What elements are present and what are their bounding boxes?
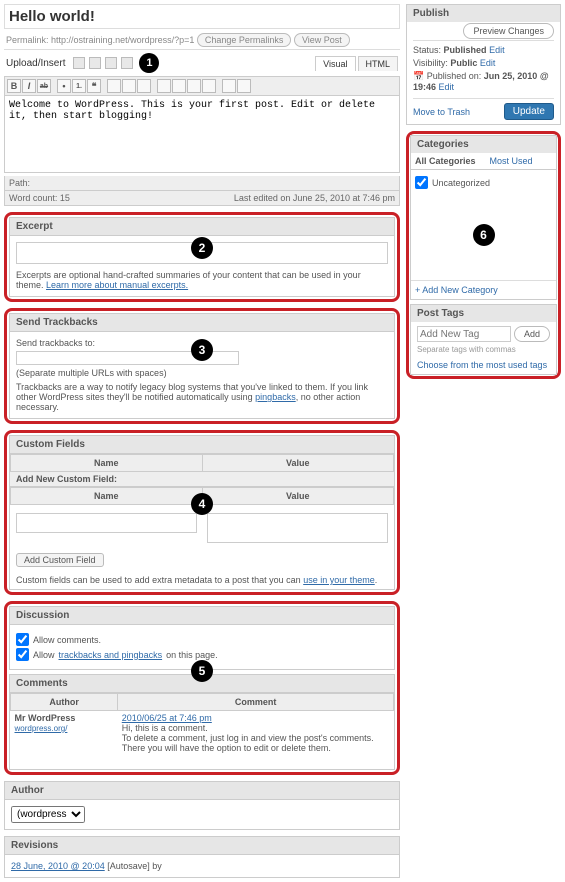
cf-name-header: Name <box>11 455 203 472</box>
tab-most-used[interactable]: Most Used <box>488 153 535 169</box>
add-audio-icon[interactable] <box>105 57 117 69</box>
change-permalinks-button[interactable]: Change Permalinks <box>197 33 292 47</box>
comment-body: Hi, this is a comment. To delete a comme… <box>122 723 390 753</box>
visibility-value: Public <box>450 58 477 68</box>
publish-box: Publish Preview Changes Status: Publishe… <box>406 4 561 125</box>
align-center-button[interactable] <box>122 79 136 93</box>
status-value: Published <box>444 45 487 55</box>
comment-author-name: Mr WordPress <box>15 713 114 723</box>
tab-visual[interactable]: Visual <box>315 56 355 71</box>
callout-badge-5: 5 <box>191 660 213 682</box>
custom-fields-header[interactable]: Custom Fields <box>9 435 395 454</box>
post-title[interactable]: Hello world! <box>9 8 395 25</box>
align-right-button[interactable] <box>137 79 151 93</box>
last-edited: Last edited on June 25, 2010 at 7:46 pm <box>234 193 395 203</box>
callout-badge-3: 3 <box>191 339 213 361</box>
allow-comments-checkbox[interactable] <box>16 633 29 646</box>
allow-trackbacks-checkbox[interactable] <box>16 648 29 661</box>
comments-comment-hdr: Comment <box>118 694 394 711</box>
fullscreen-button[interactable] <box>222 79 236 93</box>
cf-help-b: . <box>375 575 378 585</box>
quote-button[interactable]: ❝ <box>87 79 101 93</box>
author-header[interactable]: Author <box>4 781 400 800</box>
revision-suffix: [Autosave] by <box>105 861 162 871</box>
category-label: Uncategorized <box>432 178 490 188</box>
add-image-icon[interactable] <box>73 57 85 69</box>
pingbacks-link[interactable]: pingbacks <box>255 392 296 402</box>
preview-changes-button[interactable]: Preview Changes <box>463 23 554 39</box>
post-tags-header[interactable]: Post Tags <box>411 305 556 322</box>
status-edit-link[interactable]: Edit <box>489 45 505 55</box>
cf-help-a: Custom fields can be used to add extra m… <box>16 575 303 585</box>
published-on-label: Published on: <box>427 71 482 81</box>
discussion-header[interactable]: Discussion <box>9 606 395 625</box>
choose-tags-link[interactable]: Choose from the most used tags <box>417 360 550 370</box>
add-video-icon[interactable] <box>89 57 101 69</box>
comments-author-hdr: Author <box>11 694 118 711</box>
publish-header[interactable]: Publish <box>407 5 560 22</box>
categories-callout: 6 Categories All Categories Most Used Un… <box>406 131 561 379</box>
revisions-header[interactable]: Revisions <box>4 836 400 855</box>
trackbacks-note-separate: (Separate multiple URLs with spaces) <box>16 368 388 378</box>
tag-input[interactable] <box>417 326 511 342</box>
cf-name-input[interactable] <box>16 513 197 533</box>
update-button[interactable]: Update <box>504 103 554 120</box>
word-count: Word count: 15 <box>9 193 70 203</box>
more-button[interactable] <box>187 79 201 93</box>
cf-name-header-2: Name <box>11 488 203 505</box>
spellcheck-button[interactable] <box>202 79 216 93</box>
ol-button[interactable]: 1. <box>72 79 86 93</box>
add-tag-button[interactable]: Add <box>514 326 550 342</box>
visibility-edit-link[interactable]: Edit <box>480 58 496 68</box>
schedule-edit-link[interactable]: Edit <box>439 82 455 92</box>
strike-button[interactable]: ab <box>37 79 51 93</box>
comment-timestamp-link[interactable]: 2010/06/25 at 7:46 pm <box>122 713 212 723</box>
unlink-button[interactable] <box>172 79 186 93</box>
cf-value-header: Value <box>202 455 394 472</box>
content-editor[interactable]: Welcome to WordPress. This is your first… <box>4 95 400 173</box>
revision-link[interactable]: 28 June, 2010 @ 20:04 <box>11 861 105 871</box>
link-button[interactable] <box>157 79 171 93</box>
allow-comments-label: Allow comments. <box>33 635 101 645</box>
kitchensink-button[interactable] <box>237 79 251 93</box>
bold-button[interactable]: B <box>7 79 21 93</box>
add-new-category-link[interactable]: + Add New Category <box>415 285 498 295</box>
add-media-icon[interactable] <box>121 57 133 69</box>
cf-help-link[interactable]: use in your theme <box>303 575 375 585</box>
upload-insert-label: Upload/Insert <box>6 58 65 69</box>
categories-header[interactable]: Categories <box>411 136 556 153</box>
status-label: Status: <box>413 45 441 55</box>
ul-button[interactable]: • <box>57 79 71 93</box>
callout-badge-6: 6 <box>473 224 495 246</box>
view-post-button[interactable]: View Post <box>294 33 350 47</box>
excerpt-header[interactable]: Excerpt <box>9 217 395 236</box>
cf-add-new-label: Add New Custom Field: <box>10 472 394 487</box>
align-left-button[interactable] <box>107 79 121 93</box>
callout-badge-4: 4 <box>191 493 213 515</box>
tags-note: Separate tags with commas <box>417 345 550 354</box>
permalink-row: Permalink: http://ostraining.net/wordpre… <box>4 29 400 49</box>
editor-toolbar: B I ab • 1. ❝ <box>4 76 400 95</box>
trackbacks-header[interactable]: Send Trackbacks <box>9 313 395 332</box>
tab-html[interactable]: HTML <box>358 56 399 71</box>
excerpt-learn-more-link[interactable]: Learn more about manual excerpts. <box>46 280 188 290</box>
category-checkbox-uncategorized[interactable] <box>415 176 428 189</box>
visibility-label: Visibility: <box>413 58 448 68</box>
trackbacks-pingbacks-link[interactable]: trackbacks and pingbacks <box>59 650 163 660</box>
editor-path-label: Path: <box>9 178 30 188</box>
author-select[interactable]: (wordpress <box>11 806 85 823</box>
allow-tb-b: on this page. <box>166 650 218 660</box>
italic-button[interactable]: I <box>22 79 36 93</box>
permalink-url: http://ostraining.net/wordpress/?p=1 <box>51 35 194 45</box>
cf-value-header-2: Value <box>202 488 394 505</box>
callout-badge-2: 2 <box>191 237 213 259</box>
comment-author-site-link[interactable]: wordpress.org/ <box>15 724 68 733</box>
add-custom-field-button[interactable]: Add Custom Field <box>16 553 104 567</box>
callout-badge-1: 1 <box>139 53 159 73</box>
move-to-trash-link[interactable]: Move to Trash <box>413 107 470 117</box>
cf-value-input[interactable] <box>207 513 388 543</box>
permalink-label: Permalink: <box>6 35 49 45</box>
allow-tb-a: Allow <box>33 650 55 660</box>
tab-all-categories[interactable]: All Categories <box>413 153 478 169</box>
